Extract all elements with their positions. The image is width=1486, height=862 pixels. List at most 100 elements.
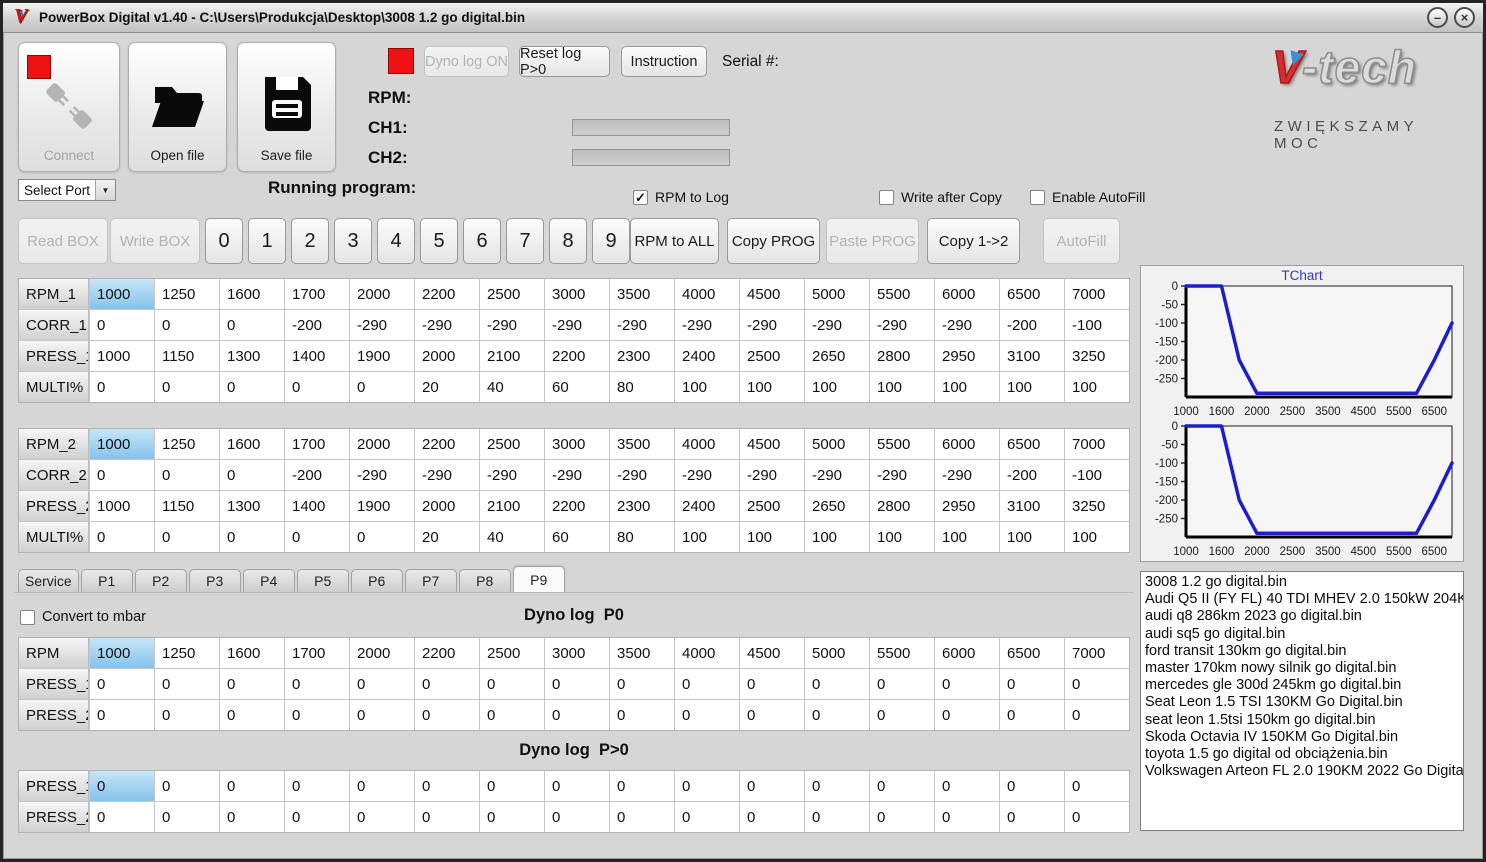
table-cell[interactable]: 0	[285, 771, 349, 801]
minimize-button[interactable]: –	[1427, 7, 1448, 28]
table-cell[interactable]: -290	[675, 460, 739, 490]
table-cell[interactable]: 0	[285, 372, 349, 402]
rpm-to-log-checkbox[interactable]: ✓ RPM to Log	[633, 189, 729, 205]
tab-p5[interactable]: P5	[296, 569, 349, 592]
tab-p2[interactable]: P2	[134, 569, 187, 592]
table-cell[interactable]: 1000	[90, 341, 154, 371]
table-cell[interactable]: 6500	[1000, 429, 1064, 459]
table-cell[interactable]: 0	[415, 669, 479, 699]
table-cell[interactable]: 40	[480, 522, 544, 552]
chevron-down-icon[interactable]: ▼	[95, 180, 115, 200]
table-cell[interactable]: 0	[740, 669, 804, 699]
file-list-item[interactable]: 3008 1.2 go digital.bin	[1141, 574, 1463, 591]
table-cell[interactable]: 2650	[805, 491, 869, 521]
digit-button-6[interactable]: 6	[463, 218, 501, 264]
table-cell[interactable]: 7000	[1065, 638, 1129, 668]
table-cell[interactable]: 2800	[870, 341, 934, 371]
table-cell[interactable]: 7000	[1065, 279, 1129, 309]
table-cell[interactable]: 0	[610, 669, 674, 699]
table-cell[interactable]: -290	[610, 310, 674, 340]
table-cell[interactable]: 2950	[935, 341, 999, 371]
table-cell[interactable]: -290	[480, 310, 544, 340]
table-cell[interactable]: 0	[1000, 669, 1064, 699]
table-cell[interactable]: 0	[90, 522, 154, 552]
table-cell[interactable]: 3250	[1065, 341, 1129, 371]
table-cell[interactable]: 0	[740, 771, 804, 801]
table-cell[interactable]: 0	[805, 771, 869, 801]
table-cell[interactable]: 4000	[675, 638, 739, 668]
table-cell[interactable]: 3500	[610, 429, 674, 459]
table-cell[interactable]: -100	[1065, 310, 1129, 340]
table-cell[interactable]: -290	[870, 460, 934, 490]
table-cell[interactable]: 100	[1065, 522, 1129, 552]
table-cell[interactable]: 1400	[285, 341, 349, 371]
table-cell[interactable]: 0	[805, 802, 869, 832]
table-cell[interactable]: 100	[1065, 372, 1129, 402]
table-cell[interactable]: 40	[480, 372, 544, 402]
file-list-item[interactable]: toyota 1.5 go digital od obciążenia.bin	[1141, 746, 1463, 763]
table-cell[interactable]: 1900	[350, 341, 414, 371]
table-cell[interactable]: 0	[1065, 771, 1129, 801]
reset-log-button[interactable]: Reset log P>0	[519, 46, 610, 78]
table-cell[interactable]: 0	[285, 802, 349, 832]
table-cell[interactable]: 1600	[220, 279, 284, 309]
save-file-button[interactable]: Save file	[237, 42, 336, 172]
table-cell[interactable]: 2500	[480, 279, 544, 309]
table-cell[interactable]: 1250	[155, 429, 219, 459]
table-cell[interactable]: 100	[1000, 522, 1064, 552]
table-cell[interactable]: 2000	[350, 429, 414, 459]
tab-p3[interactable]: P3	[188, 569, 241, 592]
write-box-button[interactable]: Write BOX	[110, 218, 200, 264]
table-cell[interactable]: 0	[155, 522, 219, 552]
file-list-item[interactable]: Skoda Octavia IV 150KM Go Digital.bin	[1141, 729, 1463, 746]
digit-button-3[interactable]: 3	[334, 218, 372, 264]
dyno-log-on-button[interactable]: Dyno log ON	[424, 46, 509, 77]
table-cell[interactable]: 2500	[740, 341, 804, 371]
table-cell[interactable]: 1300	[220, 491, 284, 521]
table-cell[interactable]: 80	[610, 372, 674, 402]
table-cell[interactable]: 2200	[545, 341, 609, 371]
table-cell[interactable]: 6500	[1000, 279, 1064, 309]
close-button[interactable]: ×	[1454, 7, 1475, 28]
table-cell[interactable]: 1300	[220, 341, 284, 371]
table-cell[interactable]: 1900	[350, 491, 414, 521]
digit-button-2[interactable]: 2	[291, 218, 329, 264]
file-list-item[interactable]: audi q8 286km 2023 go digital.bin	[1141, 608, 1463, 625]
table-cell[interactable]: 1250	[155, 279, 219, 309]
digit-button-1[interactable]: 1	[248, 218, 286, 264]
table-cell[interactable]: 2100	[480, 341, 544, 371]
table-cell[interactable]: 2200	[415, 638, 479, 668]
open-file-button[interactable]: Open file	[128, 42, 227, 172]
table-cell[interactable]: 0	[480, 669, 544, 699]
table-cell[interactable]: 0	[545, 669, 609, 699]
table-cell[interactable]: 20	[415, 372, 479, 402]
table-cell[interactable]: 100	[740, 372, 804, 402]
tab-p4[interactable]: P4	[242, 569, 295, 592]
table-cell[interactable]: 0	[415, 802, 479, 832]
table-cell[interactable]: 2000	[415, 341, 479, 371]
table-cell[interactable]: 0	[220, 700, 284, 730]
table-cell[interactable]: 100	[805, 522, 869, 552]
table-cell[interactable]: 3100	[1000, 491, 1064, 521]
table-cell[interactable]: 0	[90, 372, 154, 402]
digit-button-4[interactable]: 4	[377, 218, 415, 264]
check-icon[interactable]: ✓	[633, 189, 648, 205]
table-cell[interactable]: -290	[870, 310, 934, 340]
table-cell[interactable]: 100	[1000, 372, 1064, 402]
table-cell[interactable]: 5000	[805, 279, 869, 309]
table-cell[interactable]: 100	[870, 522, 934, 552]
table-cell[interactable]: 1000	[90, 429, 154, 459]
table-cell[interactable]: 0	[675, 700, 739, 730]
table-cell[interactable]: 0	[1065, 802, 1129, 832]
table-cell[interactable]: 0	[740, 802, 804, 832]
table-cell[interactable]: 80	[610, 522, 674, 552]
table-cell[interactable]: 0	[350, 522, 414, 552]
table-cell[interactable]: 2800	[870, 491, 934, 521]
table-cell[interactable]: 0	[90, 771, 154, 801]
table-cell[interactable]: 0	[1000, 771, 1064, 801]
table-cell[interactable]: 0	[870, 700, 934, 730]
table-cell[interactable]: 0	[675, 771, 739, 801]
autofill-button[interactable]: AutoFill	[1043, 218, 1120, 264]
table-cell[interactable]: 0	[90, 310, 154, 340]
table-cell[interactable]: 0	[545, 802, 609, 832]
